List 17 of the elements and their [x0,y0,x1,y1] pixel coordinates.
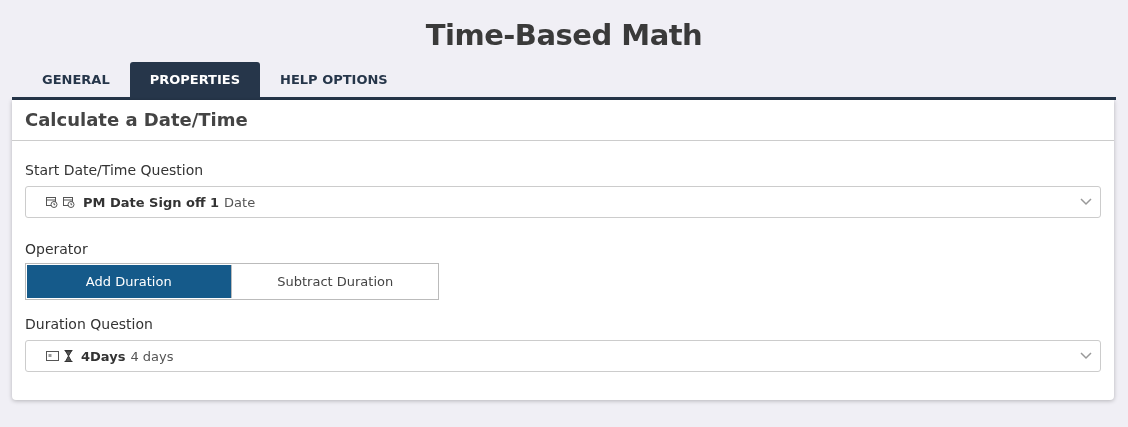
tab[interactable]: GENERAL [22,62,130,97]
calendar-clock-icon [63,196,75,208]
chevron-down-icon [1080,198,1092,206]
hourglass-icon [64,350,73,362]
question-dropdown[interactable]: PM Date Sign off 1 Date [25,186,1101,218]
question-dropdown[interactable]: 4Days 4 days [25,340,1101,372]
panel-heading: Calculate a Date/Time [12,100,1114,141]
chevron-down-icon [1080,352,1092,360]
field-label: Start Date/Time Question [25,162,205,178]
card-icon [46,351,59,361]
operator-option[interactable]: Add Duration [27,265,232,298]
field-label: Duration Question [25,316,154,332]
page-title: Time-Based Math [424,17,704,54]
calendar-clock-icon [46,196,58,208]
tab[interactable]: HELP OPTIONS [260,62,408,97]
field-label: Operator [25,241,89,257]
tab[interactable]: PROPERTIES [129,62,261,97]
